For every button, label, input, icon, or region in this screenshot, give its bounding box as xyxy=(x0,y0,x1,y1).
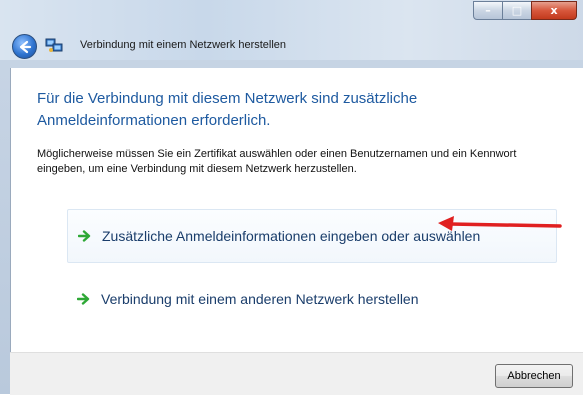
back-button[interactable] xyxy=(12,34,37,59)
main-heading: Für die Verbindung mit diesem Netzwerk s… xyxy=(37,90,418,129)
option-label: Zusätzliche Anmeldeinformationen eingebe… xyxy=(102,228,481,244)
network-icon xyxy=(45,38,63,52)
option-other-network[interactable]: Verbindung mit einem anderen Netzwerk he… xyxy=(67,273,555,325)
red-annotation-arrow xyxy=(438,216,562,231)
window-controls: – □ x xyxy=(473,1,577,20)
minimize-button[interactable]: – xyxy=(473,1,503,20)
description-text: Möglicherweise müssen Sie ein Zertifikat… xyxy=(37,148,517,175)
green-arrow-icon xyxy=(77,293,90,305)
back-arrow-icon xyxy=(19,40,31,53)
title-bar: – □ x Verbindung mit einem Netzwerk hers… xyxy=(0,0,583,60)
window-title: Verbindung mit einem Netzwerk herstellen xyxy=(80,39,287,51)
close-button[interactable]: x xyxy=(531,1,577,20)
maximize-button[interactable]: □ xyxy=(502,1,532,20)
green-arrow-icon xyxy=(78,230,91,242)
option-label: Verbindung mit einem anderen Netzwerk he… xyxy=(101,291,419,307)
cancel-button[interactable]: Abbrechen xyxy=(495,364,573,388)
dialog-footer: Abbrechen xyxy=(10,352,583,395)
